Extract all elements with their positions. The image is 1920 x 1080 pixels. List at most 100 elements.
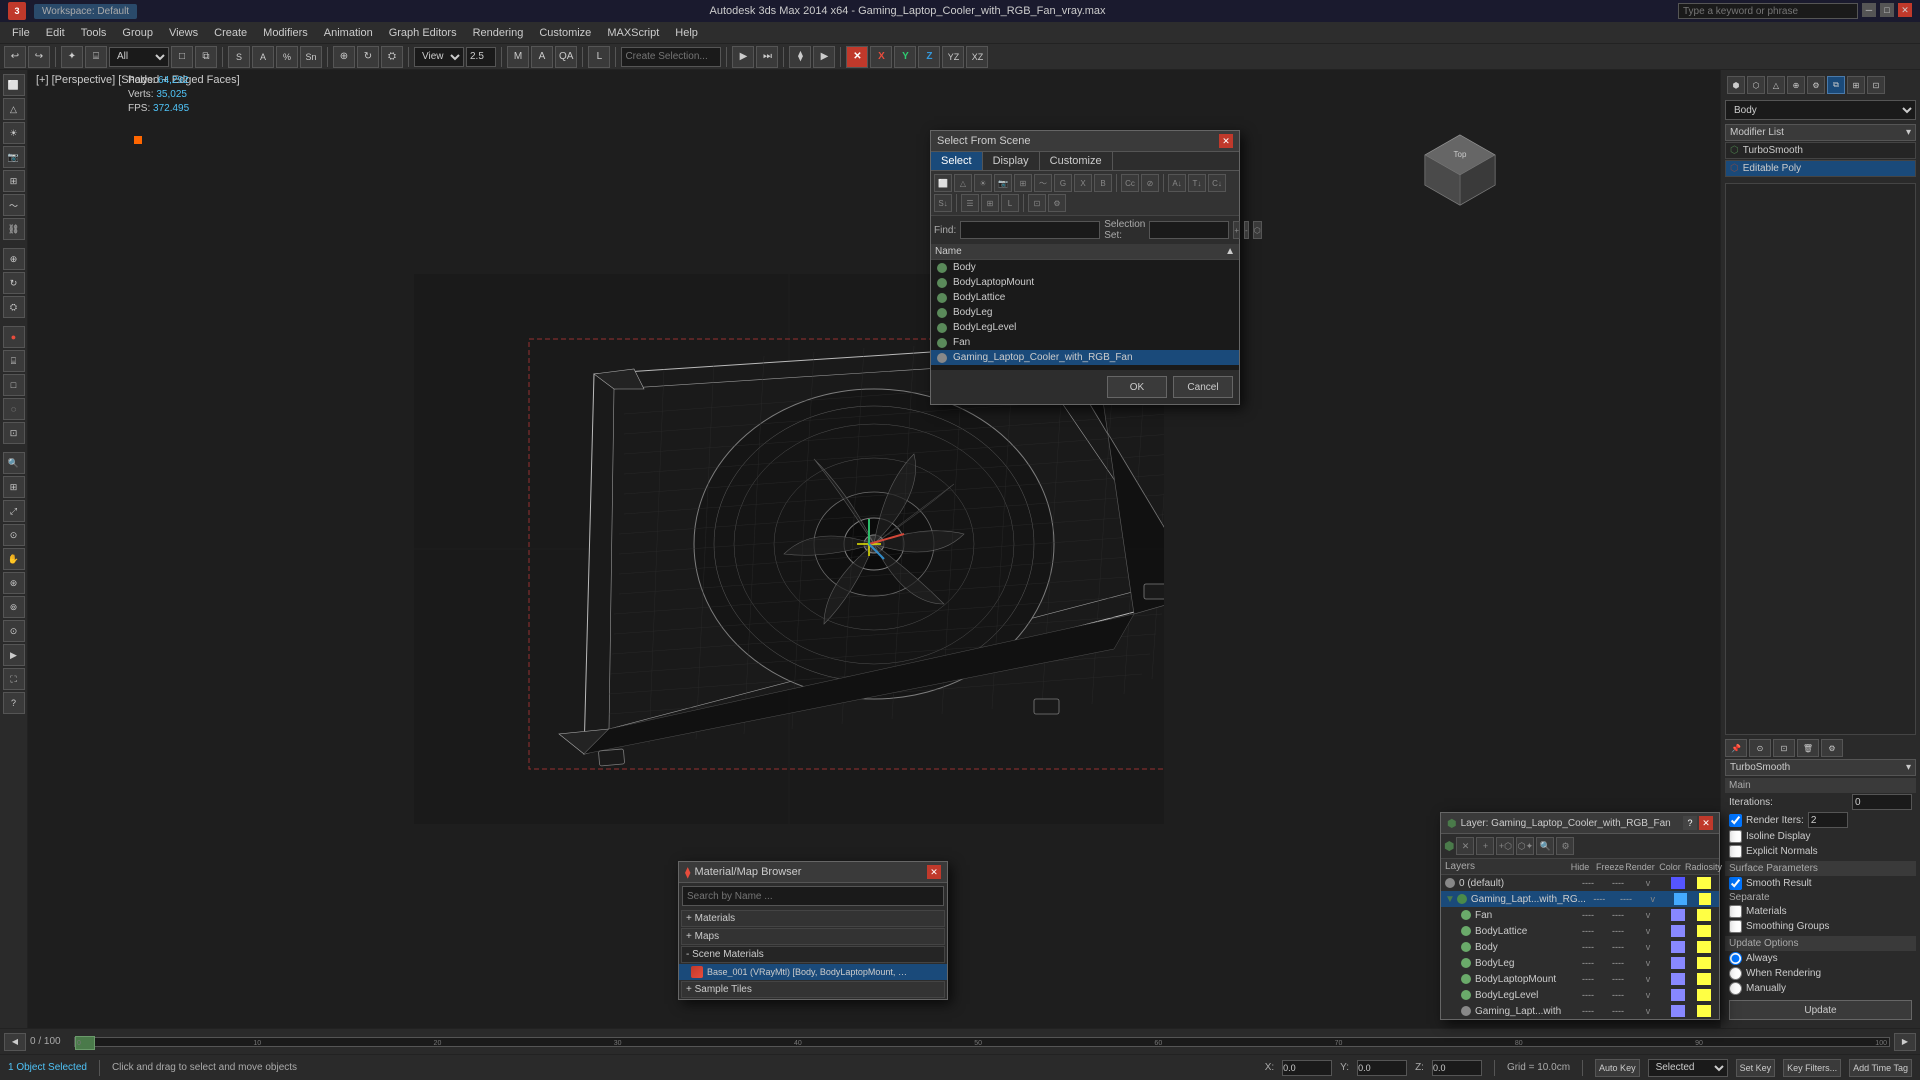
rotate-button[interactable]: ↻	[357, 46, 379, 68]
auto-key-button[interactable]: Auto Key	[1595, 1059, 1640, 1077]
panel-icon-7[interactable]: ⊡	[1867, 76, 1885, 94]
menu-maxscript[interactable]: MAXScript	[599, 25, 667, 41]
z-axis-button[interactable]: Z	[918, 46, 940, 68]
paint-deselect-button[interactable]: ⊡	[3, 422, 25, 444]
layer-expand-gaming[interactable]: ▼	[1445, 894, 1455, 905]
timeline-forward-btn[interactable]: ▶	[1894, 1033, 1916, 1051]
ld-settings-btn[interactable]: ⚙	[1556, 837, 1574, 855]
mb-maps-group[interactable]: + Maps	[681, 928, 945, 945]
named-selection-input[interactable]	[621, 47, 721, 67]
dt-cameras-btn[interactable]: 📷	[994, 174, 1012, 192]
dt-sort-color-btn[interactable]: C↓	[1208, 174, 1226, 192]
timeline-slider[interactable]: 0 10 20 30 40 50 60 70 80 90 100	[74, 1037, 1890, 1047]
dt-lights-btn[interactable]: ☀	[974, 174, 992, 192]
ld-find-btn[interactable]: 🔍	[1536, 837, 1554, 855]
workspace-label[interactable]: Workspace: Default	[34, 4, 137, 19]
select-scale-tool[interactable]: ⛭	[3, 296, 25, 318]
materials-checkbox[interactable]	[1729, 905, 1742, 918]
mirror-button[interactable]: M	[507, 46, 529, 68]
layer-manager-button[interactable]: L	[588, 46, 610, 68]
mb-close-button[interactable]: ✕	[927, 865, 941, 879]
ld-delete-btn[interactable]: ✕	[1456, 837, 1474, 855]
list-item-bodylattice[interactable]: BodyLattice	[931, 290, 1239, 305]
next-frame-button[interactable]: ⏭	[756, 46, 778, 68]
pan-button[interactable]: ✋	[3, 548, 25, 570]
quick-align-button[interactable]: QA	[555, 46, 577, 68]
window-crossing-button[interactable]: ⧉	[195, 46, 217, 68]
panel-icon-modifier[interactable]: ⧉	[1827, 76, 1845, 94]
dt-shapes-btn[interactable]: △	[954, 174, 972, 192]
layer-gaming-lapt[interactable]: Gaming_Lapt...with ---- ---- v	[1441, 1003, 1719, 1019]
lasso-select-button[interactable]: ◌	[3, 398, 25, 420]
create-cameras-button[interactable]: 📷	[3, 146, 25, 168]
snap-toggle-button[interactable]: S	[228, 46, 250, 68]
color-val-0[interactable]	[1671, 877, 1685, 889]
percent-input[interactable]	[466, 47, 496, 67]
yz-axis-button[interactable]: YZ	[942, 46, 964, 68]
x-coord-input[interactable]	[1282, 1060, 1332, 1076]
layer-bodyleg-level[interactable]: BodyLegLevel ---- ---- v	[1441, 987, 1719, 1003]
find-input[interactable]	[960, 221, 1100, 239]
layer-bodylaptopmont[interactable]: BodyLaptopMount ---- ---- v	[1441, 971, 1719, 987]
dt-case-sensitive-btn[interactable]: Cc	[1121, 174, 1139, 192]
xz-axis-button[interactable]: XZ	[966, 46, 988, 68]
select-object-button[interactable]: ✦	[61, 46, 83, 68]
zoom-all-button[interactable]: ⊞	[3, 476, 25, 498]
ref-coord-system[interactable]: View World Local	[414, 47, 464, 67]
rectangular-select-button[interactable]: □	[3, 374, 25, 396]
render-iters-input[interactable]	[1808, 812, 1848, 828]
search-input[interactable]	[1678, 3, 1858, 19]
modifier-editablepoly[interactable]: ⬡ Editable Poly	[1725, 160, 1916, 177]
color-fan[interactable]	[1671, 909, 1685, 921]
menu-help[interactable]: Help	[667, 25, 706, 41]
layer-body[interactable]: Body ---- ---- v	[1441, 939, 1719, 955]
tab-customize[interactable]: Customize	[1040, 152, 1113, 170]
turbosmoothsection-header[interactable]: TurboSmooth ▾	[1725, 759, 1916, 776]
explicit-normals-checkbox[interactable]	[1729, 845, 1742, 858]
undo-button[interactable]: ↩	[4, 46, 26, 68]
panel-icon-3[interactable]: △	[1767, 76, 1785, 94]
tab-display[interactable]: Display	[983, 152, 1040, 170]
dt-geometry-btn[interactable]: ⬜	[934, 174, 952, 192]
y-axis-button[interactable]: Y	[894, 46, 916, 68]
quick-render-button[interactable]: ▶	[813, 46, 835, 68]
panel-icon-2[interactable]: ⬡	[1747, 76, 1765, 94]
select-region-button[interactable]: □	[171, 46, 193, 68]
ld-add-selected-btn[interactable]: +⬡	[1496, 837, 1514, 855]
maximize-viewport-button[interactable]: ⛶	[3, 668, 25, 690]
body-dropdown[interactable]: Body	[1725, 100, 1916, 120]
x-axis-button[interactable]: X	[870, 46, 892, 68]
iterations-input[interactable]	[1852, 794, 1912, 810]
always-radio[interactable]	[1729, 952, 1742, 965]
orbit-selected-button[interactable]: ⊚	[3, 596, 25, 618]
layer-bodyleg[interactable]: BodyLeg ---- ---- v	[1441, 955, 1719, 971]
list-item-body[interactable]: Body	[931, 260, 1239, 275]
dt-xrefs-btn[interactable]: X	[1074, 174, 1092, 192]
render-frame-button[interactable]: ⧫	[789, 46, 811, 68]
selset-highlight-btn[interactable]: ⬡	[1253, 221, 1262, 239]
dialog-close-button[interactable]: ✕	[1219, 134, 1233, 148]
selset-add-btn[interactable]: +	[1233, 221, 1240, 239]
mb-materials-group[interactable]: + Materials	[681, 910, 945, 927]
remove-modifier-button[interactable]: 🗑	[1797, 739, 1819, 757]
orbit-subobj-button[interactable]: ⊙	[3, 620, 25, 642]
color-val-1[interactable]	[1674, 893, 1686, 905]
panel-icon-4[interactable]: ⊕	[1787, 76, 1805, 94]
play-button[interactable]: ▶	[732, 46, 754, 68]
maximize-button[interactable]: □	[1880, 3, 1894, 17]
field-of-view-button[interactable]: ⊙	[3, 524, 25, 546]
filter-dropdown[interactable]: All Geometry Shapes	[109, 47, 169, 67]
ld-select-objs-btn[interactable]: ⬡✦	[1516, 837, 1534, 855]
key-filters-button[interactable]: Key Filters...	[1783, 1059, 1841, 1077]
menu-edit[interactable]: Edit	[38, 25, 73, 41]
manually-radio[interactable]	[1729, 982, 1742, 995]
menu-views[interactable]: Views	[161, 25, 206, 41]
walk-through-button[interactable]: ▶	[3, 644, 25, 666]
dt-list-view-btn[interactable]: ☰	[961, 194, 979, 212]
panel-icon-5[interactable]: ⚙	[1807, 76, 1825, 94]
dt-bones-btn[interactable]: B	[1094, 174, 1112, 192]
mb-scene-material-item[interactable]: Base_001 (VRayMtl) [Body, BodyLaptopMoun…	[679, 964, 947, 980]
dt-expand-btn[interactable]: ⊡	[1028, 194, 1046, 212]
dt-sort-type-btn[interactable]: T↓	[1188, 174, 1206, 192]
dt-spacewarps-btn[interactable]: 〜	[1034, 174, 1052, 192]
